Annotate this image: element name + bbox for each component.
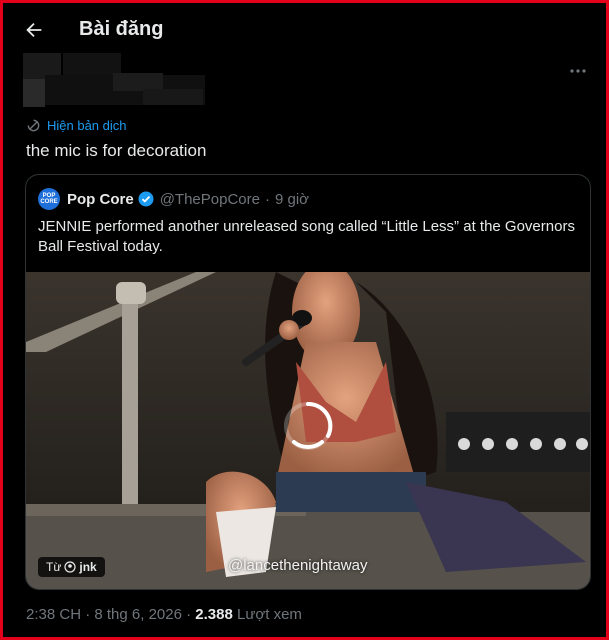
video-source-badge[interactable]: Từ jnk (38, 557, 105, 577)
post-metadata: 2:38 CH · 8 thg 6, 2026 · 2.388 Lượt xem (26, 606, 302, 623)
video-watermark: @lancethenightaway (228, 557, 368, 574)
separator-dot: · (81, 606, 95, 623)
verified-badge-icon (138, 191, 154, 207)
quoted-author-name[interactable]: Pop Core (67, 191, 134, 208)
show-translation-label: Hiện bản dịch (47, 118, 127, 133)
show-translation-button[interactable]: Hiện bản dịch (26, 118, 127, 133)
view-count-label: Lượt xem (232, 606, 302, 623)
post-time[interactable]: 2:38 CH (26, 606, 81, 623)
arrow-left-icon[interactable] (23, 19, 45, 41)
quoted-post-time[interactable]: 9 giờ (275, 191, 309, 208)
source-name: jnk (79, 560, 97, 574)
quoted-author-avatar-text: POP CORE (40, 193, 58, 205)
blurred-author-name (23, 79, 45, 107)
blurred-author-name (63, 53, 121, 75)
post-text: the mic is for decoration (26, 141, 207, 160)
source-prefix: Từ (46, 560, 62, 574)
quoted-author-avatar[interactable]: POP CORE (38, 188, 60, 210)
view-count: 2.388 (195, 606, 233, 623)
video-player[interactable]: @lancethenightaway Từ jnk (26, 272, 590, 589)
quoted-author-handle[interactable]: @ThePopCore (160, 191, 260, 208)
more-horizontal-icon[interactable] (569, 63, 587, 79)
translate-icon (27, 119, 40, 132)
quoted-post-card[interactable]: POP CORE Pop Core @ThePopCore · 9 giờ JE… (25, 174, 591, 590)
page-title: Bài đăng (79, 18, 164, 40)
loading-spinner-icon (284, 401, 333, 450)
window-frame: Bài đăng Hiện bản dịch the mic is for de… (0, 0, 609, 640)
separator-dot: · (264, 190, 270, 208)
author-block[interactable] (23, 47, 208, 109)
quoted-post-header: POP CORE Pop Core @ThePopCore · 9 giờ (38, 187, 309, 211)
profile-icon (64, 561, 76, 573)
blurred-author-handle (143, 89, 203, 105)
quoted-post-text: JENNIE performed another unreleased song… (38, 218, 575, 255)
separator-dot: · (181, 606, 196, 623)
post-date[interactable]: 8 thg 6, 2026 (94, 606, 182, 623)
